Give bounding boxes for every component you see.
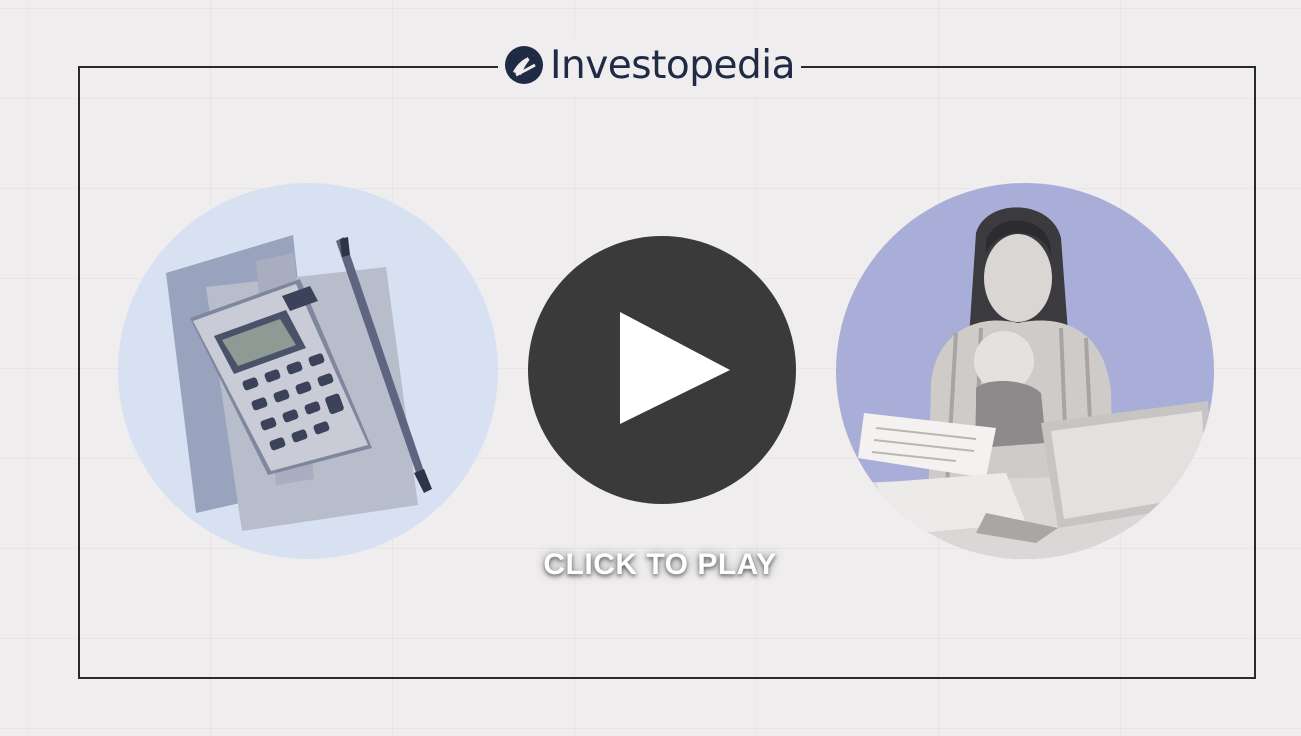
play-button[interactable] <box>528 236 796 504</box>
brand-name: Investopedia <box>550 42 796 88</box>
investopedia-logo-icon <box>505 46 543 84</box>
calculator-pen-image <box>118 183 498 559</box>
woman-with-baby-laptop-image <box>836 183 1214 559</box>
play-icon <box>620 312 730 424</box>
click-to-play-label[interactable]: CLICK TO PLAY <box>490 548 830 582</box>
investopedia-logo: Investopedia <box>498 36 802 94</box>
